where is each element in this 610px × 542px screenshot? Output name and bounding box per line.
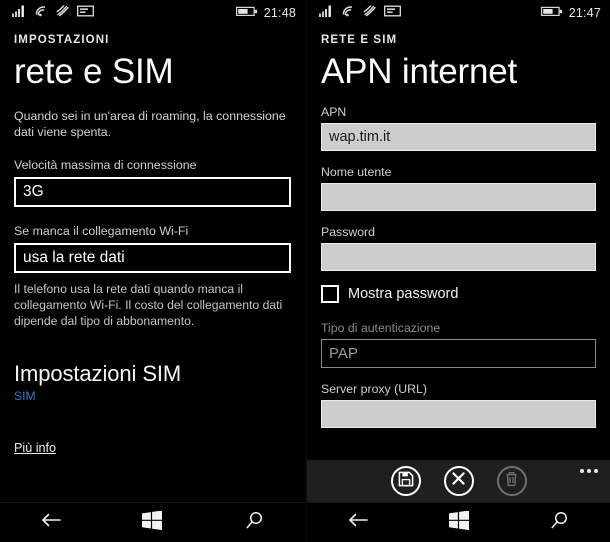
app-bar xyxy=(307,460,610,502)
more-ellipsis-icon[interactable] xyxy=(580,469,598,473)
apn-input[interactable]: wap.tim.it xyxy=(321,122,596,151)
status-icons-left xyxy=(12,4,94,22)
phone-screen-rete-e-sim: 21:48 IMPOSTAZIONI rete e SIM Quando sei… xyxy=(0,0,305,542)
search-button[interactable] xyxy=(224,503,284,542)
no-wifi-note: Il telefono usa la rete dati quando manc… xyxy=(14,281,283,328)
proxy-input[interactable] xyxy=(321,399,596,428)
username-input[interactable] xyxy=(321,182,596,211)
dual-phone-screenshot: 21:48 IMPOSTAZIONI rete e SIM Quando sei… xyxy=(0,0,610,542)
field-password: Password xyxy=(321,225,596,271)
status-bar-left: 21:48 xyxy=(0,0,305,26)
password-input[interactable] xyxy=(321,242,596,271)
show-password-label: Mostra password xyxy=(348,285,459,302)
show-password-row[interactable]: Mostra password xyxy=(321,284,596,303)
breadcrumb: IMPOSTAZIONI xyxy=(14,34,110,46)
auth-type-value: PAP xyxy=(329,344,358,362)
search-icon xyxy=(550,511,569,535)
field-auth-type: Tipo di autenticazione PAP xyxy=(321,321,596,368)
signal-bars-icon xyxy=(319,4,334,22)
bluetooth-icon xyxy=(363,4,377,22)
field-username: Nome utente xyxy=(321,165,596,211)
page-title: APN internet xyxy=(321,52,518,91)
save-button[interactable] xyxy=(390,466,421,496)
back-icon xyxy=(40,512,62,533)
sim-settings-title[interactable]: Impostazioni SIM xyxy=(14,361,291,387)
search-icon xyxy=(245,511,264,535)
wifi-icon xyxy=(341,4,356,22)
wifi-icon xyxy=(34,4,49,22)
phone-screen-apn-internet: 21:47 RETE E SIM APN internet APN wap.ti… xyxy=(305,0,610,542)
status-icons-right xyxy=(319,4,401,22)
cancel-icon xyxy=(451,471,466,491)
battery-icon xyxy=(235,4,258,22)
password-label: Password xyxy=(321,224,375,239)
back-button[interactable] xyxy=(21,503,81,542)
save-icon xyxy=(398,471,414,492)
delete-button[interactable] xyxy=(496,466,527,496)
status-bar-right: 21:47 xyxy=(307,0,610,26)
apn-label: APN xyxy=(321,104,347,119)
battery-icon xyxy=(540,4,563,22)
max-speed-label: Velocità massima di connessione xyxy=(14,157,197,172)
username-label: Nome utente xyxy=(321,164,392,179)
home-button[interactable] xyxy=(122,503,182,542)
back-button[interactable] xyxy=(328,503,388,542)
max-speed-dropdown[interactable]: 3G xyxy=(14,176,291,207)
status-time: 21:48 xyxy=(263,6,296,20)
sim-card-icon xyxy=(384,4,401,22)
max-speed-value: 3G xyxy=(23,182,44,200)
more-info-link[interactable]: Più info xyxy=(14,441,56,455)
no-wifi-label: Se manca il collegamento Wi-Fi xyxy=(14,223,189,238)
roaming-note: Quando sei in un'area di roaming, la con… xyxy=(14,108,286,140)
auth-type-label: Tipo di autenticazione xyxy=(321,320,441,335)
windows-home-icon xyxy=(142,510,163,535)
sim-card-icon xyxy=(77,4,94,22)
bluetooth-icon xyxy=(56,4,70,22)
proxy-label: Server proxy (URL) xyxy=(321,381,427,396)
status-right-right: 21:47 xyxy=(540,4,601,22)
apn-form: APN wap.tim.it Nome utente Password Most… xyxy=(321,105,596,428)
page-content-right: RETE E SIM APN internet APN wap.tim.it N… xyxy=(307,26,610,460)
no-wifi-value: usa la rete dati xyxy=(23,248,125,266)
windows-home-icon xyxy=(448,510,469,535)
home-button[interactable] xyxy=(429,503,489,542)
no-wifi-dropdown[interactable]: usa la rete dati xyxy=(14,242,291,273)
search-button[interactable] xyxy=(530,503,590,542)
breadcrumb: RETE E SIM xyxy=(321,34,398,46)
field-proxy: Server proxy (URL) xyxy=(321,382,596,428)
nav-bar-right xyxy=(307,502,610,542)
trash-icon xyxy=(504,471,519,492)
field-apn: APN wap.tim.it xyxy=(321,105,596,151)
more-info-row: Più info xyxy=(14,439,291,457)
cancel-button[interactable] xyxy=(443,466,474,496)
auth-type-input[interactable]: PAP xyxy=(321,338,596,368)
status-right-left: 21:48 xyxy=(235,4,296,22)
page-content-left: IMPOSTAZIONI rete e SIM Quando sei in un… xyxy=(0,26,305,502)
apn-value: wap.tim.it xyxy=(329,128,391,145)
page-title: rete e SIM xyxy=(14,52,174,91)
status-time: 21:47 xyxy=(568,6,601,20)
sim-settings-subtitle[interactable]: SIM xyxy=(14,389,291,403)
show-password-checkbox[interactable] xyxy=(321,284,339,303)
signal-bars-icon xyxy=(12,4,27,22)
nav-bar-left xyxy=(0,502,305,542)
back-icon xyxy=(347,512,369,533)
